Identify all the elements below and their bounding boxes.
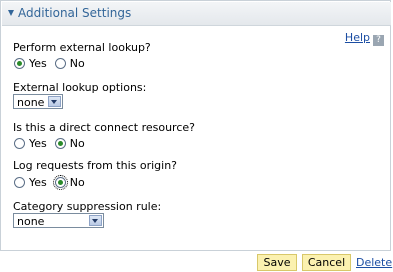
external-lookup-options-value: none — [17, 96, 45, 109]
external-lookup-options-select[interactable]: none — [13, 94, 63, 109]
log-requests-radios: Yes No — [14, 175, 93, 190]
collapse-arrow-icon[interactable] — [8, 10, 14, 16]
direct-connect-label: Is this a direct connect resource? — [13, 121, 195, 134]
external-lookup-yes-radio[interactable] — [14, 58, 25, 69]
log-requests-yes-label[interactable]: Yes — [29, 176, 47, 189]
external-lookup-no-label[interactable]: No — [70, 57, 85, 70]
help-link[interactable]: Help — [345, 31, 370, 44]
delete-link[interactable]: Delete — [356, 256, 392, 269]
external-lookup-radios: Yes No — [14, 57, 93, 71]
category-suppression-label: Category suppression rule: — [13, 200, 162, 213]
additional-settings-panel: Additional Settings Help? Perform extern… — [0, 0, 391, 251]
cancel-button[interactable]: Cancel — [302, 254, 351, 271]
direct-connect-no-radio[interactable] — [54, 138, 66, 149]
chevron-down-icon[interactable] — [48, 96, 61, 107]
direct-connect-radios: Yes No — [14, 137, 93, 151]
panel-header[interactable]: Additional Settings — [2, 2, 391, 26]
save-button[interactable]: Save — [257, 254, 297, 271]
chevron-down-icon[interactable] — [89, 215, 102, 226]
external-lookup-options-label: External lookup options: — [13, 81, 147, 94]
log-requests-no-radio[interactable] — [52, 175, 68, 190]
help-icon[interactable]: ? — [373, 35, 384, 46]
log-requests-no-label[interactable]: No — [70, 176, 85, 189]
direct-connect-no-label[interactable]: No — [70, 137, 85, 150]
category-suppression-select[interactable]: none — [13, 213, 104, 228]
external-lookup-no-radio[interactable] — [54, 58, 66, 69]
direct-connect-yes-label[interactable]: Yes — [29, 137, 47, 150]
help: Help? — [345, 31, 384, 46]
panel-title: Additional Settings — [18, 6, 132, 20]
direct-connect-yes-radio[interactable] — [14, 138, 25, 149]
category-suppression-value: none — [17, 215, 45, 228]
external-lookup-yes-label[interactable]: Yes — [29, 57, 47, 70]
log-requests-label: Log requests from this origin? — [13, 159, 178, 172]
log-requests-yes-radio[interactable] — [14, 177, 25, 188]
external-lookup-label: Perform external lookup? — [13, 41, 151, 54]
